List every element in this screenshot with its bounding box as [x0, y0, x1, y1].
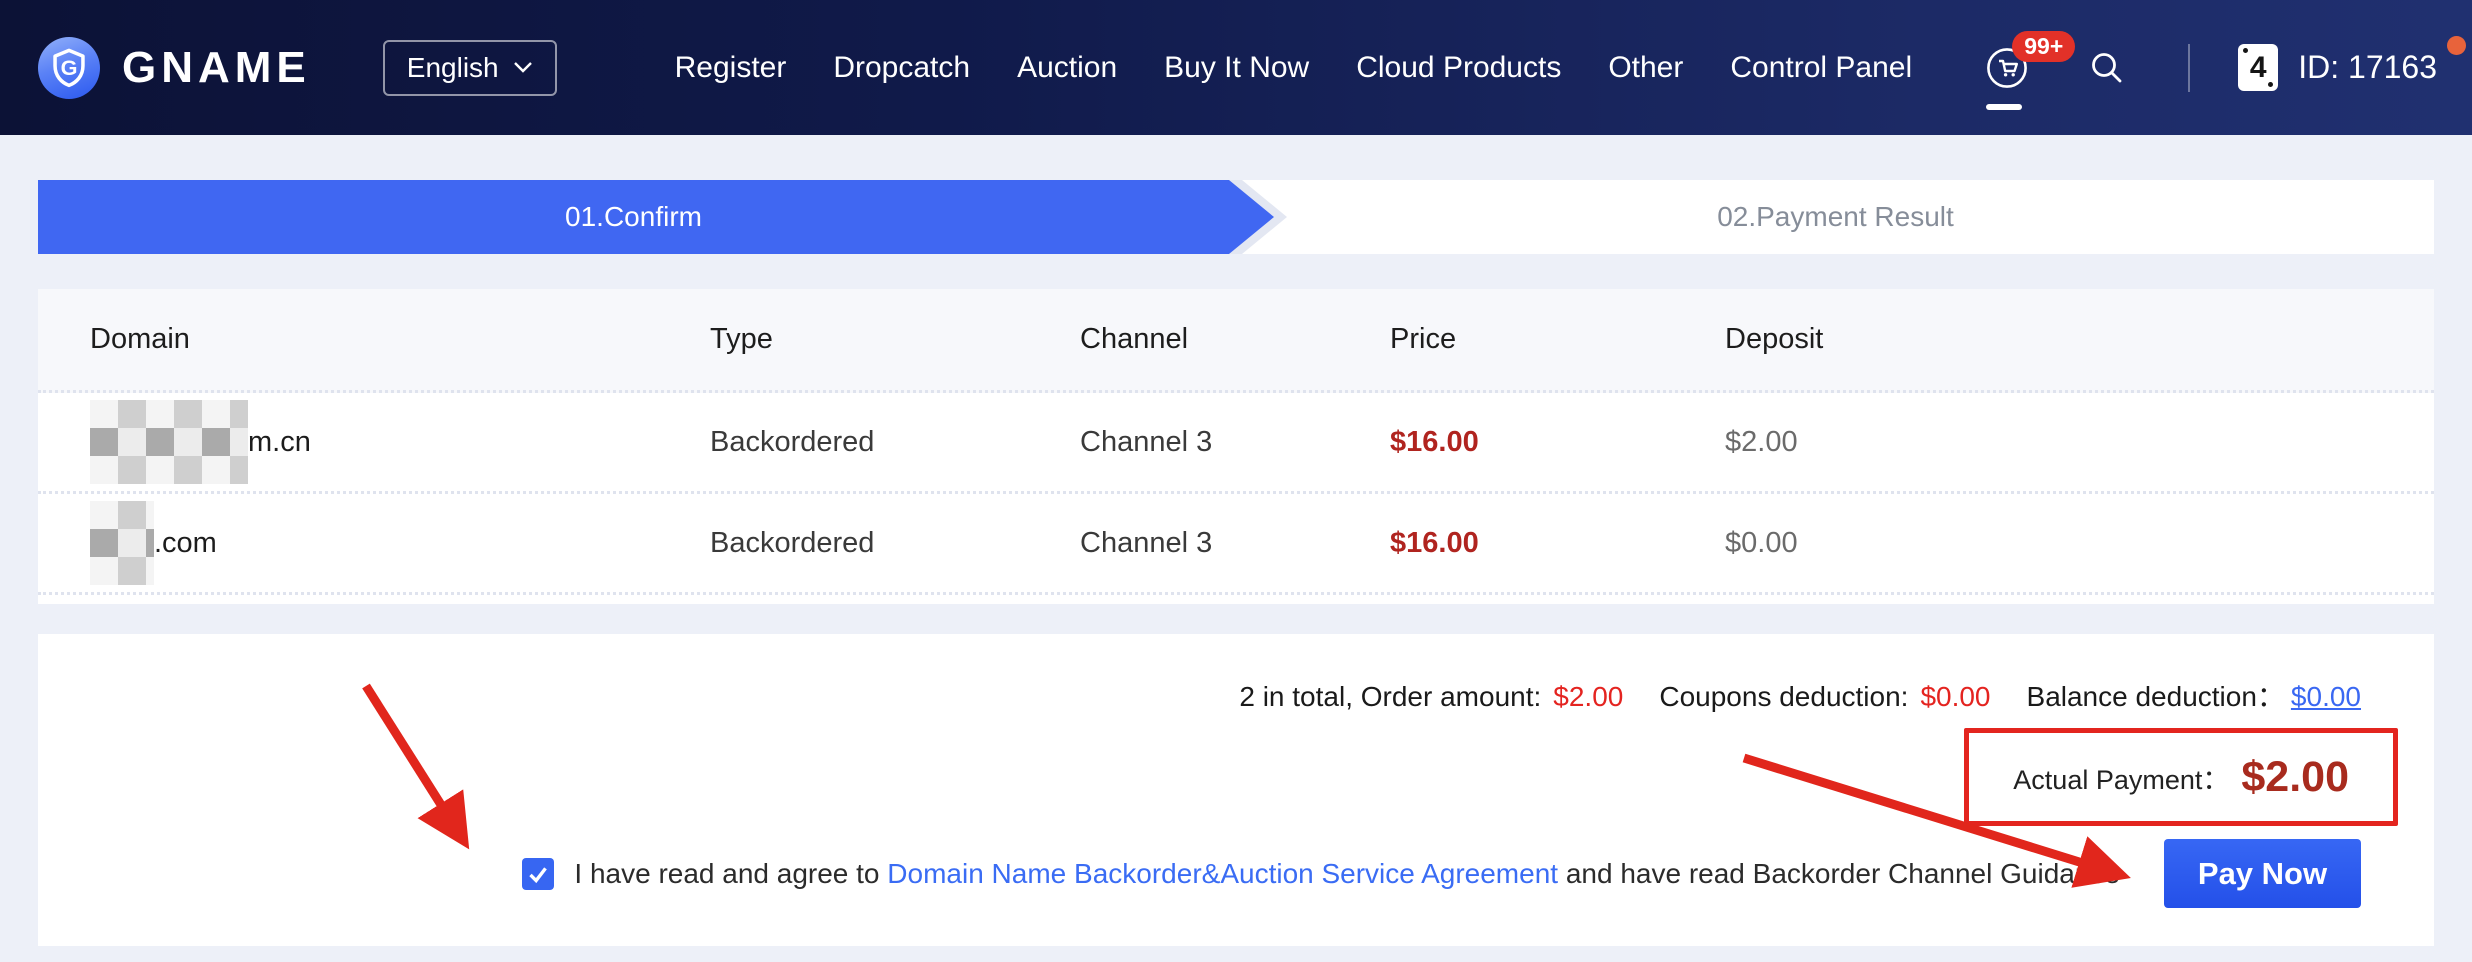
price-cell: $16.00	[1390, 527, 1725, 560]
nav-item-cloud-products[interactable]: Cloud Products	[1356, 51, 1561, 85]
deposit-cell: $0.00	[1725, 527, 2382, 560]
top-navbar: G GNAME English Register Dropcatch Aucti…	[0, 0, 2472, 135]
col-type: Type	[710, 323, 1080, 356]
order-total-label: 2 in total, Order amount:	[1239, 680, 1541, 714]
table-row: .com Backordered Channel 3 $16.00 $0.00	[38, 494, 2434, 595]
nav-item-other[interactable]: Other	[1608, 51, 1683, 85]
nav-item-dropcatch[interactable]: Dropcatch	[833, 51, 970, 85]
gname-logo[interactable]: G GNAME	[38, 37, 311, 99]
balance-value-link[interactable]: $0.00	[2291, 680, 2361, 714]
price-cell: $16.00	[1390, 426, 1725, 459]
agreement-link[interactable]: Domain Name Backorder&Auction Service Ag…	[887, 858, 1558, 889]
coupons-value: $0.00	[1920, 680, 1990, 714]
table-header-row: Domain Type Channel Price Deposit	[38, 289, 2434, 393]
account-card-icon: 4	[2238, 44, 2278, 91]
order-amount-value: $2.00	[1553, 680, 1623, 714]
balance-label: Balance deduction：	[2027, 680, 2285, 714]
order-table: Domain Type Channel Price Deposit m.cn B…	[38, 289, 2434, 604]
account-id: ID: 17163	[2298, 49, 2437, 86]
step-confirm-label: 01.Confirm	[565, 201, 702, 233]
nav-item-auction[interactable]: Auction	[1017, 51, 1117, 85]
actual-payment-box: Actual Payment： $2.00	[1964, 728, 2398, 826]
cart-count-badge: 99+	[2012, 31, 2075, 62]
step-payment-result-label: 02.Payment Result	[1717, 201, 1954, 233]
deposit-cell: $2.00	[1725, 426, 2382, 459]
brand-name: GNAME	[122, 43, 311, 93]
gname-logo-icon: G	[38, 37, 100, 99]
cart-button[interactable]: 99+	[1986, 47, 2028, 89]
table-row: m.cn Backordered Channel 3 $16.00 $2.00	[38, 393, 2434, 494]
step-payment-result: 02.Payment Result	[1237, 180, 2434, 254]
search-icon	[2088, 49, 2126, 87]
main-nav: Register Dropcatch Auction Buy It Now Cl…	[675, 51, 1913, 85]
notification-dot	[2447, 36, 2466, 55]
domain-cell: m.cn	[90, 400, 710, 484]
col-domain: Domain	[90, 323, 710, 356]
coupons-label: Coupons deduction:	[1659, 680, 1908, 714]
agreement-prefix: I have read and agree to	[574, 858, 887, 889]
nav-item-buy-it-now[interactable]: Buy It Now	[1164, 51, 1309, 85]
domain-visible-text: .com	[154, 527, 217, 560]
agreement-suffix: and have read Backorder Channel Guidance	[1558, 858, 2120, 889]
language-selector[interactable]: English	[383, 40, 557, 96]
account-area[interactable]: 4 ID: 17163	[2238, 44, 2437, 91]
checkout-steps: 02.Payment Result 01.Confirm	[38, 180, 2434, 254]
agreement-checkbox[interactable]	[522, 858, 554, 890]
cart-active-underline	[1986, 104, 2022, 110]
channel-cell: Channel 3	[1080, 426, 1390, 459]
actual-payment-label: Actual Payment：	[2013, 758, 2229, 797]
col-price: Price	[1390, 323, 1725, 356]
svg-text:G: G	[61, 55, 78, 80]
pay-now-button[interactable]: Pay Now	[2164, 839, 2361, 908]
nav-item-register[interactable]: Register	[675, 51, 787, 85]
agreement-text: I have read and agree to Domain Name Bac…	[574, 858, 2120, 890]
domain-visible-text: m.cn	[248, 426, 311, 459]
domain-redacted-blur	[90, 501, 154, 585]
navbar-divider	[2188, 44, 2190, 92]
navbar-right-cluster: 99+ 4 ID: 17163	[1986, 44, 2437, 92]
domain-cell: .com	[90, 501, 710, 585]
check-icon	[523, 859, 553, 889]
type-cell: Backordered	[710, 527, 1080, 560]
search-button[interactable]	[2088, 49, 2126, 87]
domain-redacted-blur	[90, 400, 248, 484]
summary-line: 2 in total, Order amount: $2.00 Coupons …	[74, 680, 2361, 714]
payment-summary-card: 2 in total, Order amount: $2.00 Coupons …	[38, 634, 2434, 946]
chevron-down-icon	[513, 61, 533, 74]
step-confirm: 01.Confirm	[38, 180, 1274, 254]
agreement-row: I have read and agree to Domain Name Bac…	[74, 839, 2361, 908]
language-label: English	[407, 52, 499, 84]
channel-cell: Channel 3	[1080, 527, 1390, 560]
nav-item-control-panel[interactable]: Control Panel	[1730, 51, 1912, 85]
actual-payment-value: $2.00	[2241, 753, 2349, 802]
type-cell: Backordered	[710, 426, 1080, 459]
col-deposit: Deposit	[1725, 323, 2382, 356]
col-channel: Channel	[1080, 323, 1390, 356]
